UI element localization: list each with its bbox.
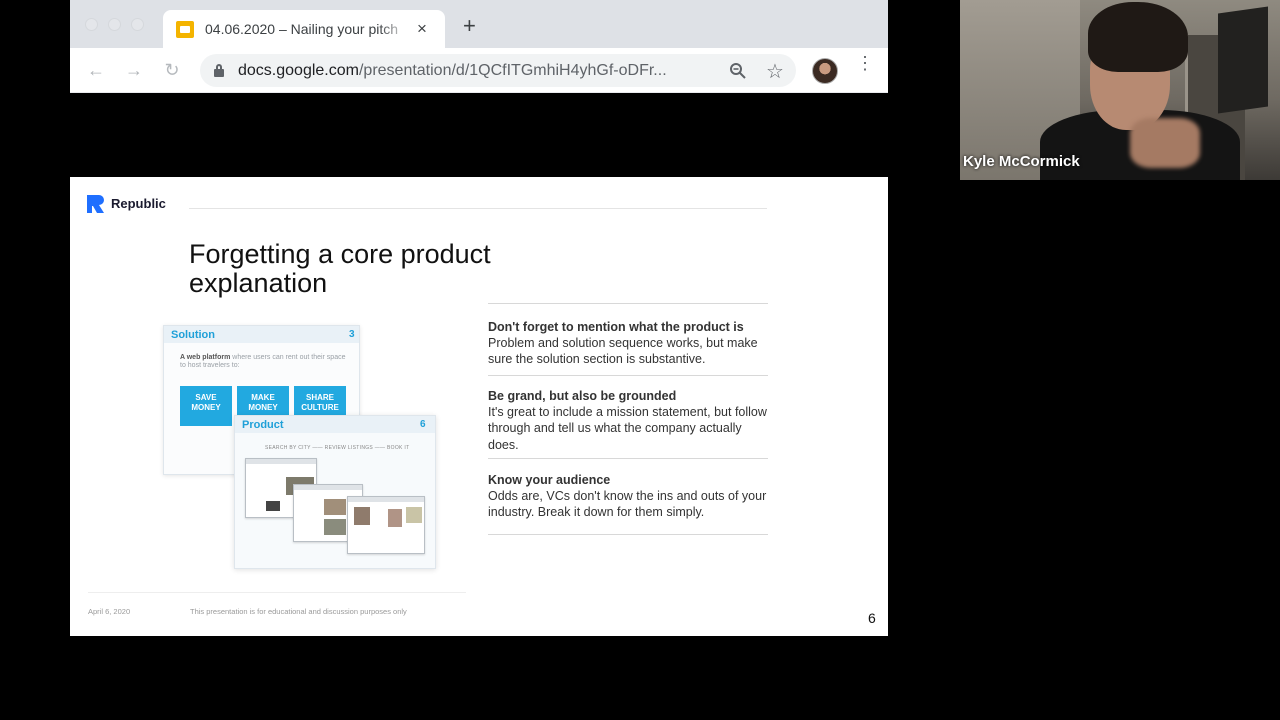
product-slide-thumbnail: Product 6 SEARCH BY CITY —— REVIEW LISTI… (234, 415, 436, 569)
google-slides-icon (176, 21, 194, 38)
tip-heading: Know your audience (488, 473, 611, 487)
participant-figure (1088, 2, 1188, 72)
slide-title: Forgetting a core product explanation (189, 240, 609, 298)
tips-divider (488, 534, 768, 535)
back-icon[interactable]: ← (85, 59, 107, 81)
footer-divider (88, 592, 466, 593)
tab-title: 04.06.2020 – Nailing your pitch (205, 21, 399, 37)
slide-page-number: 6 (868, 610, 876, 626)
window-zoom-control[interactable] (131, 18, 144, 31)
slide-title-line: Forgetting a core product (189, 239, 491, 269)
thumbnail-number: 6 (420, 419, 426, 430)
republic-logo-icon (87, 195, 104, 213)
browser-toolbar: ← → ↻ docs.google.com/presentation/d/1QC… (70, 48, 888, 93)
tips-divider (488, 303, 768, 304)
mini-screenshot (347, 496, 425, 554)
thumbnail-title: Solution (171, 329, 215, 341)
url-text[interactable]: docs.google.com/presentation/d/1QCfITGmh… (238, 62, 667, 80)
slide-title-line: explanation (189, 268, 328, 298)
browser-window: 04.06.2020 – Nailing your pitch × + ← → … (70, 0, 888, 718)
tip-heading: Be grand, but also be grounded (488, 389, 677, 403)
participant-name-label: Kyle McCormick (963, 153, 1080, 170)
tip-grand-grounded: Be grand, but also be grounded It's grea… (488, 388, 770, 453)
screen: 04.06.2020 – Nailing your pitch × + ← → … (0, 0, 1280, 720)
thumbnail-title: Product (242, 419, 284, 431)
tips-divider (488, 375, 768, 376)
thumbnail-number: 3 (349, 329, 355, 340)
save-money-tile: SAVE MONEY (180, 386, 232, 426)
tip-heading: Don't forget to mention what the product… (488, 320, 744, 334)
window-close-control[interactable] (85, 18, 98, 31)
footer-date: April 6, 2020 (88, 607, 131, 616)
zoom-icon[interactable] (729, 62, 747, 80)
thumbnail-text: A web platform where users can rent out … (180, 354, 346, 369)
reload-icon[interactable]: ↻ (161, 59, 183, 81)
thumbnail-steps: SEARCH BY CITY —— REVIEW LISTINGS —— BOO… (265, 445, 410, 451)
tab-strip: 04.06.2020 – Nailing your pitch × + (70, 0, 888, 48)
tip-body: It's great to include a mission statemen… (488, 405, 767, 452)
profile-avatar[interactable] (812, 58, 838, 84)
tab-close-icon[interactable]: × (417, 19, 427, 39)
presentation-slide: Republic Forgetting a core product expla… (70, 177, 888, 636)
tips-divider (488, 458, 768, 459)
tip-body: Problem and solution sequence works, but… (488, 336, 758, 367)
tip-body: Odds are, VCs don't know the ins and out… (488, 489, 767, 520)
window-minimize-control[interactable] (108, 18, 121, 31)
bookmark-star-icon[interactable]: ☆ (766, 59, 784, 84)
url-path: /presentation/d/1QCfITGmhiH4yhGf-oDFr... (358, 62, 667, 79)
participant-figure (1130, 118, 1200, 168)
tip-know-audience: Know your audience Odds are, VCs don't k… (488, 472, 770, 521)
address-bar[interactable]: docs.google.com/presentation/d/1QCfITGmh… (200, 54, 796, 87)
lock-icon (214, 64, 224, 77)
browser-tab[interactable]: 04.06.2020 – Nailing your pitch × (163, 10, 445, 48)
participant-video-tile[interactable]: Kyle McCormick (960, 0, 1280, 180)
forward-icon[interactable]: → (123, 59, 145, 81)
new-tab-button[interactable]: + (463, 15, 476, 37)
url-host: docs.google.com (238, 62, 359, 79)
header-divider (189, 208, 767, 209)
browser-menu-icon[interactable]: ⋮ (856, 54, 874, 82)
footer-disclaimer: This presentation is for educational and… (190, 607, 407, 616)
tip-product-explanation: Don't forget to mention what the product… (488, 319, 770, 368)
brand-name: Republic (111, 196, 166, 211)
video-background (1218, 6, 1268, 114)
